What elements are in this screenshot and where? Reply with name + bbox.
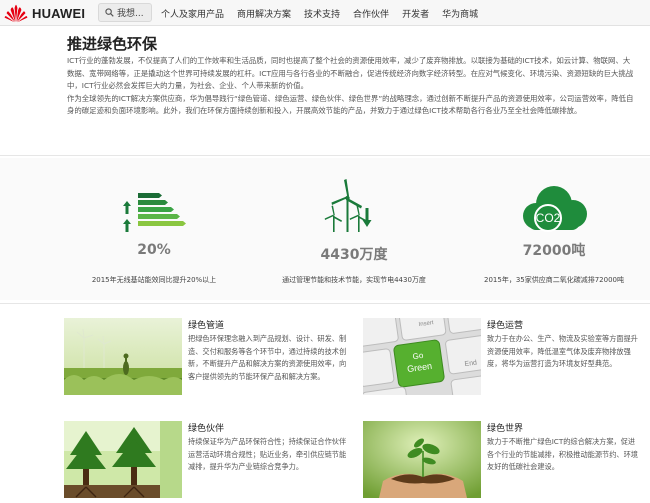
stat-caption: 2015年，35家供应商二氧化碳减排72000吨: [484, 276, 624, 284]
feature-text: 致力于在办公、生产、物流及实验室等方面提升资源使用效率，降低温室气体及废弃物排放…: [487, 334, 638, 369]
feature-text: 持续保证华为产品环保符合性；持续保证合作伙伴运营活动环境合规性；贴近业务，牵引供…: [188, 437, 347, 472]
main-menu: 个人及家用产品 商用解决方案 技术支持 合作伙伴 开发者 华为商城: [161, 0, 491, 26]
stat-item: 4430万度 通过管理节能和技术节能，实现节电4430万度: [246, 158, 462, 300]
feature-title[interactable]: 绿色伙伴: [188, 421, 224, 434]
stat-value: 4430万度: [320, 247, 388, 263]
co2-cloud-icon: CO2: [523, 186, 587, 232]
feature-text: 把绿色环保理念融入到产品规划、设计、研发、制造、交付和服务等各个环节中，通过持续…: [188, 334, 347, 381]
stat-item: CO2 72000吨 2015年，35家供应商二氧化碳减排72000吨: [446, 158, 650, 300]
intro-paragraph: ICT行业的蓬勃发展，不仅提高了人们的工作效率和生活品质，同时也提高了整个社会的…: [67, 56, 634, 91]
stat-item: 20% 2015年无线基站能效同比提升20%以上: [46, 158, 262, 300]
green-operation-image: Go Green End Insert: [363, 318, 481, 395]
huawei-logo[interactable]: HUAWEI: [4, 3, 85, 23]
feature-title[interactable]: 绿色运营: [487, 318, 523, 331]
nav-partners[interactable]: 合作伙伴: [353, 7, 389, 20]
feature-title[interactable]: 绿色世界: [487, 421, 523, 434]
green-world-image: [363, 421, 481, 498]
tree-arrows-image: [64, 421, 182, 498]
nav-personal-products[interactable]: 个人及家用产品: [161, 7, 224, 20]
intro-paragraph: 作为全球领先的ICT解决方案供应商，华为倡导践行“绿色管道、绿色运营、绿色伙伴、…: [67, 93, 634, 116]
stat-value: 20%: [137, 242, 171, 258]
stat-caption: 通过管理节能和技术节能，实现节电4430万度: [282, 276, 426, 284]
huawei-petal-icon: [4, 4, 28, 22]
green-partner-image: [64, 421, 182, 498]
nav-developers[interactable]: 开发者: [402, 7, 429, 20]
nav-support[interactable]: 技术支持: [304, 7, 340, 20]
section-divider: [0, 155, 650, 156]
wind-turbine-icon: [324, 179, 372, 232]
hands-plant-image: [363, 421, 481, 498]
stats-band: 20% 2015年无线基站能效同比提升20%以上 4430万度 通过管理节能和技…: [0, 158, 650, 300]
section-divider: [0, 303, 650, 304]
stat-caption: 2015年无线基站能效同比提升20%以上: [91, 276, 217, 284]
page-title: 推进绿色环保: [67, 35, 158, 53]
feature-text: 致力于不断推广绿色ICT的综合解决方案，促进各个行业的节能减排，积极推动能源节约…: [487, 437, 638, 472]
search-input[interactable]: 我想...: [98, 3, 152, 22]
search-icon: [105, 8, 114, 17]
wind-field-landscape-image: [64, 318, 182, 395]
intro-body: ICT行业的蓬勃发展，不仅提高了人们的工作效率和生活品质，同时也提高了整个社会的…: [67, 55, 637, 118]
stat-value: 72000吨: [522, 243, 586, 259]
nav-vmall[interactable]: 华为商城: [442, 7, 478, 20]
energy-rating-icon: [123, 193, 186, 232]
brand-name: HUAWEI: [32, 5, 86, 21]
search-placeholder: 我想...: [117, 9, 144, 19]
top-navigation-bar: HUAWEI 我想... 个人及家用产品 商用解决方案 技术支持 合作伙伴 开发…: [0, 0, 650, 26]
feature-title[interactable]: 绿色管道: [188, 318, 224, 331]
co2-label: CO2: [536, 211, 561, 225]
go-key-top-label: Go: [412, 351, 424, 361]
nav-enterprise-solutions[interactable]: 商用解决方案: [237, 7, 291, 20]
green-keyboard-image: Go Green End Insert: [363, 318, 481, 395]
green-pipeline-image: [64, 318, 182, 395]
